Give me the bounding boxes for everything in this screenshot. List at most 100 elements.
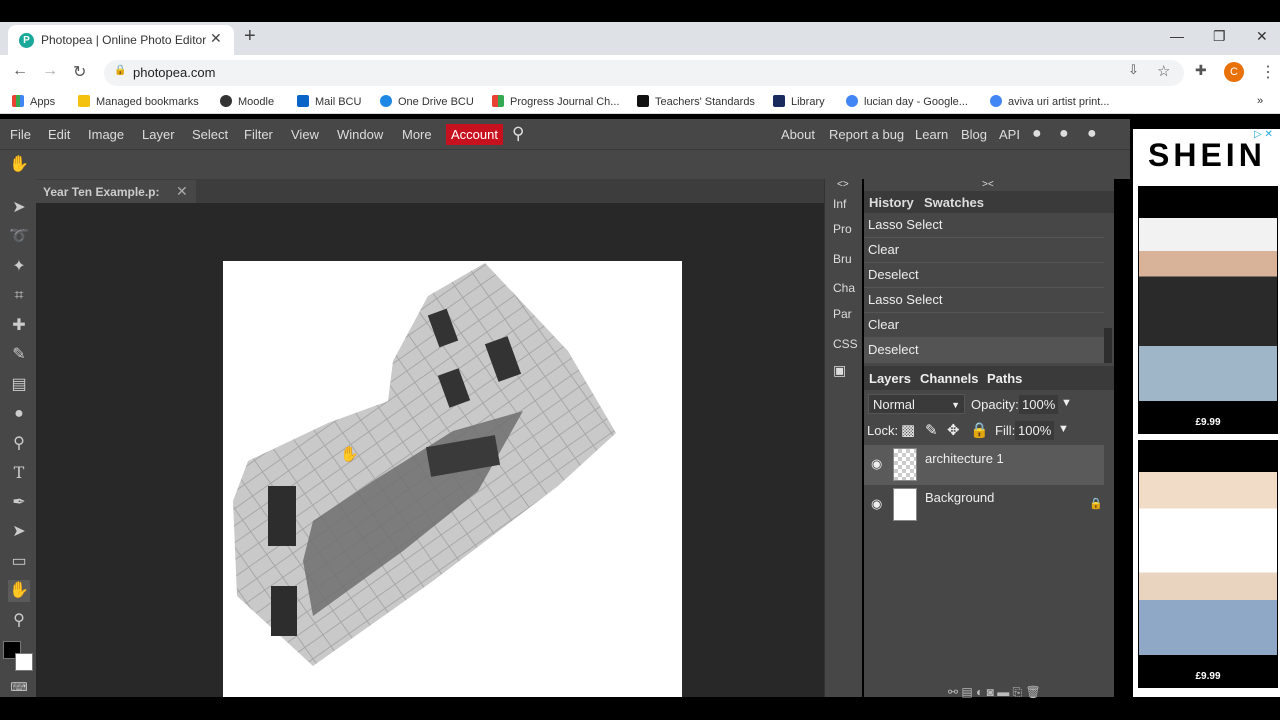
- back-icon[interactable]: ←: [12, 62, 28, 80]
- bookmark-lucian[interactable]: lucian day - Google...: [846, 95, 968, 108]
- ad-brand[interactable]: SHEIN: [1148, 137, 1266, 174]
- account-button[interactable]: Account: [446, 124, 503, 145]
- lock-position-icon[interactable]: ✥: [947, 421, 960, 439]
- link-blog[interactable]: Blog: [961, 127, 987, 142]
- menu-window[interactable]: Window: [337, 127, 383, 142]
- history-item[interactable]: Lasso Select: [864, 213, 1104, 238]
- link-learn[interactable]: Learn: [915, 127, 948, 142]
- menu-image[interactable]: Image: [88, 127, 124, 142]
- healing-tool-icon[interactable]: ✚: [8, 315, 30, 337]
- tab-close-icon[interactable]: ✕: [210, 30, 222, 47]
- bookmark-library[interactable]: Library: [773, 95, 825, 108]
- tab-history[interactable]: History: [869, 195, 914, 210]
- restore-icon[interactable]: ❐: [1213, 28, 1226, 45]
- window-close-icon[interactable]: ✕: [1256, 28, 1268, 45]
- hand-tool-icon[interactable]: ✋: [8, 580, 30, 602]
- address-bar[interactable]: [104, 60, 1184, 86]
- menu-edit[interactable]: Edit: [48, 127, 70, 142]
- history-item[interactable]: Clear: [864, 313, 1104, 338]
- bookmark-aviva[interactable]: aviva uri artist print...: [990, 95, 1109, 108]
- document-canvas[interactable]: [223, 261, 682, 697]
- path-select-icon[interactable]: ➤: [8, 521, 30, 543]
- blur-tool-icon[interactable]: ●: [8, 403, 30, 425]
- fill-input[interactable]: 100%: [1015, 421, 1055, 440]
- brush-tool-icon[interactable]: ✎: [8, 344, 30, 366]
- lock-all-icon[interactable]: 🔒: [970, 421, 989, 439]
- link-report-bug[interactable]: Report a bug: [829, 127, 904, 142]
- move-tool-icon[interactable]: ➤: [8, 197, 30, 219]
- lock-pixels-icon[interactable]: ✎: [925, 421, 938, 439]
- panel-character[interactable]: Cha: [833, 281, 855, 295]
- history-item[interactable]: Deselect: [864, 338, 1104, 363]
- reload-icon[interactable]: ↻: [73, 62, 86, 82]
- panel-brush[interactable]: Bru: [833, 252, 852, 266]
- menu-layer[interactable]: Layer: [142, 127, 175, 142]
- dodge-tool-icon[interactable]: ⚲: [8, 433, 30, 455]
- collapse-arrows-icon[interactable]: <>: [837, 179, 849, 190]
- menu-file[interactable]: File: [10, 127, 31, 142]
- bookmark-apps[interactable]: Apps: [12, 95, 55, 108]
- tab-layers[interactable]: Layers: [869, 371, 911, 386]
- reddit-icon[interactable]: ●: [1032, 125, 1042, 143]
- bookmarks-overflow-icon[interactable]: »: [1257, 95, 1263, 107]
- history-item[interactable]: Deselect: [864, 263, 1104, 288]
- panel-collapse-icon[interactable]: ><: [982, 179, 994, 190]
- bookmark-managed[interactable]: Managed bookmarks: [78, 95, 199, 108]
- blend-mode-select[interactable]: Normal ▼: [868, 394, 965, 414]
- document-close-icon[interactable]: ✕: [176, 183, 188, 200]
- twitter-icon[interactable]: ●: [1059, 125, 1069, 143]
- bookmark-progress[interactable]: Progress Journal Ch...: [492, 95, 619, 108]
- menu-view[interactable]: View: [291, 127, 319, 142]
- type-tool-icon[interactable]: T: [8, 462, 30, 484]
- tab-paths[interactable]: Paths: [987, 371, 1022, 386]
- panel-properties[interactable]: Pro: [833, 222, 852, 236]
- layer-name[interactable]: Background: [925, 490, 994, 505]
- tab-channels[interactable]: Channels: [920, 371, 979, 386]
- crop-tool-icon[interactable]: ⌗: [8, 285, 30, 307]
- forward-icon[interactable]: →: [42, 62, 58, 80]
- profile-avatar[interactable]: C: [1224, 62, 1244, 82]
- zoom-tool-icon[interactable]: ⚲: [8, 610, 30, 632]
- tab-swatches[interactable]: Swatches: [924, 195, 984, 210]
- menu-select[interactable]: Select: [192, 127, 228, 142]
- background-color-swatch[interactable]: [15, 653, 33, 671]
- url-text[interactable]: photopea.com: [133, 65, 215, 80]
- link-api[interactable]: API: [999, 127, 1020, 142]
- gradient-tool-icon[interactable]: ▤: [8, 374, 30, 396]
- menu-filter[interactable]: Filter: [244, 127, 273, 142]
- eye-icon[interactable]: ◉: [871, 456, 882, 472]
- lasso-tool-icon[interactable]: ➰: [8, 226, 30, 248]
- image-panel-icon[interactable]: ▣: [833, 362, 846, 379]
- link-about[interactable]: About: [781, 127, 815, 142]
- minimize-icon[interactable]: —: [1170, 28, 1184, 44]
- bookmark-onedrive[interactable]: One Drive BCU: [380, 95, 474, 108]
- bookmark-standards[interactable]: Teachers' Standards: [637, 95, 755, 108]
- bookmark-moodle[interactable]: Moodle: [220, 95, 274, 108]
- opacity-input[interactable]: 100%: [1019, 395, 1059, 414]
- layer-name[interactable]: architecture 1: [925, 451, 1004, 466]
- install-icon[interactable]: ⇩: [1128, 62, 1139, 78]
- browser-tab[interactable]: P Photopea | Online Photo Editor ✕: [8, 25, 234, 55]
- eye-icon[interactable]: ◉: [871, 496, 882, 512]
- history-item[interactable]: Clear: [864, 238, 1104, 263]
- pen-tool-icon[interactable]: ✒: [8, 492, 30, 514]
- hand-tool-option-icon[interactable]: ✋: [8, 154, 30, 176]
- extensions-icon[interactable]: ✚: [1195, 62, 1207, 79]
- magic-wand-icon[interactable]: ✦: [8, 256, 30, 278]
- lock-transparency-icon[interactable]: ▩: [901, 421, 915, 439]
- opacity-dropdown-icon[interactable]: ▼: [1061, 397, 1072, 409]
- fill-dropdown-icon[interactable]: ▼: [1058, 423, 1069, 435]
- panel-info[interactable]: Inf: [833, 197, 846, 211]
- bookmark-mail[interactable]: Mail BCU: [297, 95, 361, 108]
- new-tab-icon[interactable]: +: [244, 25, 256, 48]
- ad-choices-icon[interactable]: ▷ ✕: [1254, 129, 1273, 140]
- panel-css[interactable]: CSS: [833, 337, 858, 351]
- history-item[interactable]: Lasso Select: [864, 288, 1104, 313]
- layer-actions-icons[interactable]: ⚯ ▤ ◐ ◙ ▬ ⎘ 🗑: [948, 685, 1041, 700]
- rectangle-tool-icon[interactable]: ▭: [8, 551, 30, 573]
- star-icon[interactable]: ☆: [1157, 62, 1170, 80]
- chrome-menu-icon[interactable]: ⋮: [1260, 62, 1276, 82]
- history-scrollbar[interactable]: [1104, 328, 1112, 363]
- search-icon[interactable]: ⚲: [512, 124, 524, 144]
- quick-mask-icon[interactable]: ⌨: [8, 676, 30, 698]
